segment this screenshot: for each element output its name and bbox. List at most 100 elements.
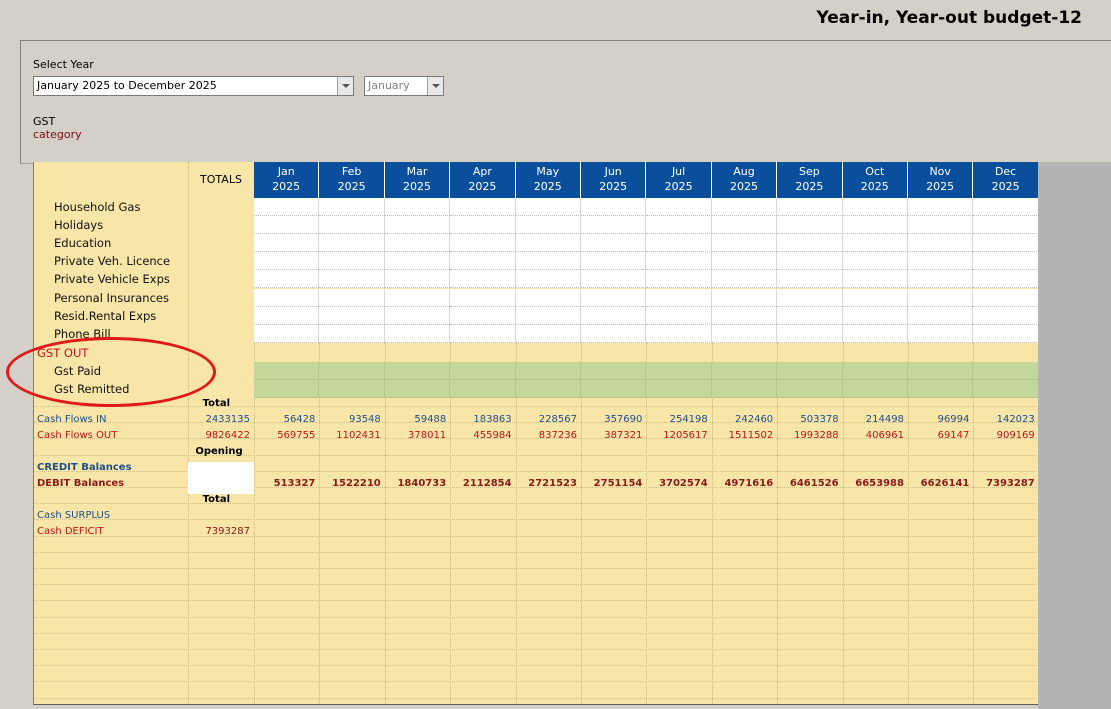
expense-cell[interactable] (908, 288, 974, 307)
expense-cell[interactable] (254, 198, 320, 217)
gst-cell[interactable] (842, 361, 908, 380)
gst-cell[interactable] (581, 361, 647, 380)
expense-cell[interactable] (581, 216, 647, 235)
expense-cell[interactable] (581, 198, 647, 217)
expense-cell[interactable] (777, 252, 843, 271)
expense-cell[interactable] (515, 306, 581, 325)
expense-cell[interactable] (450, 216, 516, 235)
expense-cell[interactable] (777, 306, 843, 325)
expense-cell[interactable] (777, 324, 843, 343)
expense-cell[interactable] (384, 270, 451, 289)
expense-cell[interactable] (842, 270, 908, 289)
gst-cell[interactable] (319, 361, 385, 380)
expense-cell[interactable] (450, 288, 516, 307)
expense-cell[interactable] (711, 198, 778, 217)
expense-cell[interactable] (319, 234, 385, 253)
expense-cell[interactable] (646, 324, 712, 343)
expense-cell[interactable] (646, 252, 712, 271)
expense-cell[interactable] (450, 198, 516, 217)
opening-debit-cell[interactable] (188, 478, 254, 494)
gst-cell[interactable] (646, 361, 712, 380)
expense-cell[interactable] (319, 324, 385, 343)
expense-cell[interactable] (515, 216, 581, 235)
month-select[interactable]: January (364, 76, 444, 96)
expense-cell[interactable] (908, 198, 974, 217)
expense-cell[interactable] (711, 324, 778, 343)
expense-cell[interactable] (842, 198, 908, 217)
gst-cell[interactable] (646, 380, 712, 399)
opening-credit-cell[interactable] (188, 462, 254, 478)
expense-cell[interactable] (646, 198, 712, 217)
expense-cell[interactable] (450, 270, 516, 289)
expense-cell[interactable] (450, 252, 516, 271)
expense-cell[interactable] (842, 306, 908, 325)
expense-cell[interactable] (842, 234, 908, 253)
gst-cell[interactable] (908, 361, 974, 380)
expense-cell[interactable] (973, 216, 1039, 235)
expense-cell[interactable] (581, 288, 647, 307)
expense-cell[interactable] (515, 324, 581, 343)
gst-cell[interactable] (450, 361, 516, 380)
chevron-down-icon[interactable] (427, 77, 443, 95)
expense-cell[interactable] (777, 270, 843, 289)
expense-cell[interactable] (973, 288, 1039, 307)
expense-cell[interactable] (711, 252, 778, 271)
expense-cell[interactable] (711, 216, 778, 235)
expense-cell[interactable] (319, 216, 385, 235)
gst-cell[interactable] (777, 361, 843, 380)
expense-cell[interactable] (384, 252, 451, 271)
expense-cell[interactable] (450, 306, 516, 325)
expense-cell[interactable] (319, 198, 385, 217)
expense-cell[interactable] (384, 198, 451, 217)
expense-cell[interactable] (581, 270, 647, 289)
expense-cell[interactable] (581, 252, 647, 271)
expense-cell[interactable] (384, 306, 451, 325)
gst-cell[interactable] (450, 380, 516, 399)
expense-cell[interactable] (711, 270, 778, 289)
gst-cell[interactable] (384, 361, 451, 380)
expense-cell[interactable] (777, 288, 843, 307)
chevron-down-icon[interactable] (337, 77, 353, 95)
expense-cell[interactable] (908, 252, 974, 271)
expense-cell[interactable] (646, 306, 712, 325)
expense-cell[interactable] (254, 324, 320, 343)
expense-cell[interactable] (777, 234, 843, 253)
expense-cell[interactable] (973, 270, 1039, 289)
expense-cell[interactable] (711, 288, 778, 307)
expense-cell[interactable] (581, 234, 647, 253)
expense-cell[interactable] (973, 252, 1039, 271)
expense-cell[interactable] (581, 306, 647, 325)
expense-cell[interactable] (515, 252, 581, 271)
expense-cell[interactable] (842, 324, 908, 343)
expense-cell[interactable] (254, 216, 320, 235)
gst-cell[interactable] (711, 380, 778, 399)
expense-cell[interactable] (711, 234, 778, 253)
expense-cell[interactable] (973, 324, 1039, 343)
expense-cell[interactable] (254, 288, 320, 307)
gst-cell[interactable] (515, 380, 581, 399)
expense-cell[interactable] (450, 324, 516, 343)
expense-cell[interactable] (777, 216, 843, 235)
expense-cell[interactable] (254, 270, 320, 289)
expense-cell[interactable] (254, 252, 320, 271)
gst-cell[interactable] (384, 380, 451, 399)
expense-cell[interactable] (515, 270, 581, 289)
year-select[interactable]: January 2025 to December 2025 (33, 76, 354, 96)
expense-cell[interactable] (842, 216, 908, 235)
gst-cell[interactable] (254, 361, 320, 380)
expense-cell[interactable] (842, 288, 908, 307)
gst-cell[interactable] (515, 361, 581, 380)
expense-cell[interactable] (908, 270, 974, 289)
expense-cell[interactable] (384, 288, 451, 307)
expense-cell[interactable] (973, 234, 1039, 253)
expense-cell[interactable] (319, 288, 385, 307)
gst-cell[interactable] (711, 361, 778, 380)
expense-cell[interactable] (646, 216, 712, 235)
gst-cell[interactable] (581, 380, 647, 399)
expense-cell[interactable] (450, 234, 516, 253)
gst-cell[interactable] (254, 380, 320, 399)
expense-cell[interactable] (254, 306, 320, 325)
expense-cell[interactable] (515, 288, 581, 307)
expense-cell[interactable] (973, 306, 1039, 325)
expense-cell[interactable] (319, 270, 385, 289)
